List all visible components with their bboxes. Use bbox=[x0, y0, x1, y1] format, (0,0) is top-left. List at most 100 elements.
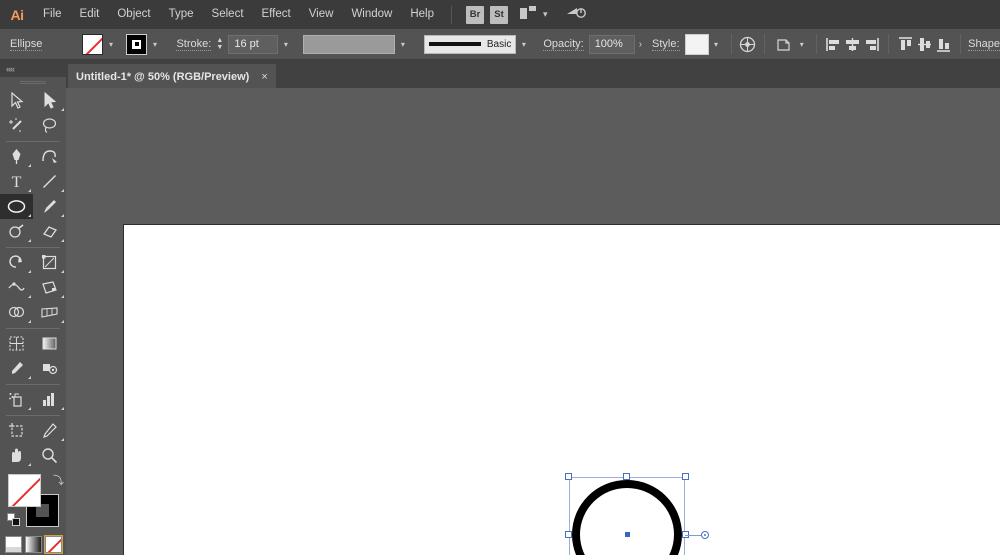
pen-tool[interactable] bbox=[0, 144, 33, 169]
transform-icon[interactable] bbox=[772, 33, 794, 55]
align-right-icon[interactable] bbox=[862, 33, 881, 55]
shape-label[interactable]: Shape bbox=[968, 38, 1000, 51]
selection-tool[interactable] bbox=[0, 88, 33, 113]
menu-bar: Ai File Edit Object Type Select Effect V… bbox=[0, 0, 1000, 29]
control-divider bbox=[730, 34, 732, 54]
transform-dropdown-arrow-icon[interactable]: ▾ bbox=[794, 34, 809, 55]
opacity-label: Opacity: bbox=[543, 37, 584, 51]
eraser-tool[interactable] bbox=[33, 219, 66, 244]
recolor-artwork-icon[interactable] bbox=[738, 33, 757, 55]
opacity-input[interactable]: 100% bbox=[588, 34, 635, 54]
stroke-color-swatch[interactable] bbox=[126, 33, 148, 55]
variable-width-profile-select[interactable] bbox=[303, 34, 396, 54]
brush-definition-value: Basic bbox=[486, 38, 512, 50]
scale-tool[interactable] bbox=[33, 250, 66, 275]
line-segment-tool[interactable] bbox=[33, 169, 66, 194]
ellipse-tool[interactable] bbox=[0, 194, 33, 219]
gradient-button[interactable] bbox=[24, 536, 42, 553]
artboard[interactable] bbox=[123, 224, 1000, 555]
brush-stroke-preview-icon bbox=[429, 42, 482, 46]
align-bottom-icon[interactable] bbox=[934, 33, 953, 55]
control-divider-2 bbox=[764, 34, 766, 54]
fill-mode-buttons bbox=[0, 535, 66, 554]
menu-item-object[interactable]: Object bbox=[108, 0, 159, 29]
workspace-layout-icon bbox=[520, 5, 537, 24]
svg-text:T: T bbox=[12, 174, 22, 190]
column-graph-tool[interactable] bbox=[33, 387, 66, 412]
resize-handle-top-left[interactable] bbox=[565, 473, 572, 480]
close-icon[interactable]: × bbox=[261, 71, 267, 83]
control-divider-3 bbox=[816, 34, 818, 54]
default-fill-stroke-button[interactable] bbox=[7, 513, 20, 526]
menu-item-file[interactable]: File bbox=[34, 0, 71, 29]
graphic-style-swatch[interactable] bbox=[684, 33, 709, 55]
resize-handle-top-right[interactable] bbox=[682, 473, 689, 480]
menu-item-edit[interactable]: Edit bbox=[71, 0, 109, 29]
menu-item-view[interactable]: View bbox=[300, 0, 343, 29]
canvas-workspace[interactable] bbox=[66, 88, 1000, 555]
swap-fill-stroke-icon[interactable]: ⤵ bbox=[53, 472, 64, 488]
stroke-weight-stepper[interactable]: ▲ ▼ bbox=[214, 34, 225, 54]
perspective-grid-tool[interactable] bbox=[33, 300, 66, 325]
free-transform-tool[interactable] bbox=[33, 275, 66, 300]
menu-item-type[interactable]: Type bbox=[160, 0, 203, 29]
menu-item-select[interactable]: Select bbox=[203, 0, 253, 29]
opacity-more-options-button[interactable]: › bbox=[635, 39, 646, 50]
rotate-tool[interactable] bbox=[0, 250, 33, 275]
width-tool[interactable] bbox=[0, 275, 33, 300]
live-shape-widget-handle[interactable] bbox=[701, 530, 709, 539]
resize-handle-top-center[interactable] bbox=[623, 473, 630, 480]
artboard-tool[interactable] bbox=[0, 418, 33, 443]
width-profile-dropdown-arrow-icon[interactable]: ▾ bbox=[395, 34, 410, 55]
magic-wand-tool[interactable] bbox=[0, 113, 33, 138]
fill-swatch[interactable] bbox=[8, 474, 41, 507]
curvature-tool[interactable] bbox=[33, 144, 66, 169]
stock-badge[interactable]: St bbox=[490, 5, 508, 24]
shape-builder-tool[interactable] bbox=[0, 300, 33, 325]
gradient-tool[interactable] bbox=[33, 331, 66, 356]
menu-item-window[interactable]: Window bbox=[342, 0, 401, 29]
blend-tool[interactable] bbox=[33, 356, 66, 381]
brush-dropdown-arrow-icon[interactable]: ▾ bbox=[516, 34, 531, 55]
document-tab-bar: Untitled-1* @ 50% (RGB/Preview) × bbox=[0, 60, 1000, 88]
stroke-dropdown-arrow-icon[interactable]: ▾ bbox=[147, 34, 162, 55]
hand-tool[interactable] bbox=[0, 443, 33, 468]
workspace-switcher[interactable]: ▾ bbox=[520, 5, 548, 24]
slice-tool[interactable] bbox=[33, 418, 66, 443]
color-button[interactable] bbox=[4, 536, 22, 553]
paintbrush-tool[interactable] bbox=[33, 194, 66, 219]
direct-selection-tool[interactable] bbox=[33, 88, 66, 113]
shaper-tool[interactable] bbox=[0, 219, 33, 244]
align-center-vertical-icon[interactable] bbox=[915, 33, 934, 55]
document-tab-title: Untitled-1* @ 50% (RGB/Preview) bbox=[76, 71, 250, 83]
lasso-tool[interactable] bbox=[33, 113, 66, 138]
align-top-icon[interactable] bbox=[896, 33, 915, 55]
fill-dropdown-arrow-icon[interactable]: ▾ bbox=[103, 34, 118, 55]
mesh-tool[interactable] bbox=[0, 331, 33, 356]
zoom-tool[interactable] bbox=[33, 443, 66, 468]
control-divider-5 bbox=[960, 34, 962, 54]
collapse-panel-button[interactable]: «« bbox=[0, 60, 66, 77]
style-dropdown-arrow-icon[interactable]: ▾ bbox=[709, 34, 724, 55]
align-center-horizontal-icon[interactable] bbox=[843, 33, 862, 55]
stroke-weight-input[interactable]: 16 pt bbox=[228, 34, 279, 54]
selected-object-bounds[interactable] bbox=[565, 473, 709, 555]
fill-color-swatch[interactable] bbox=[82, 33, 104, 55]
tools-panel: «« T ⤵ bbox=[0, 60, 66, 555]
align-left-icon[interactable] bbox=[824, 33, 843, 55]
object-type-label: Ellipse bbox=[10, 37, 43, 51]
widget-connector bbox=[685, 534, 702, 536]
menu-item-help[interactable]: Help bbox=[401, 0, 443, 29]
type-tool[interactable]: T bbox=[0, 169, 33, 194]
menu-item-effect[interactable]: Effect bbox=[253, 0, 300, 29]
cc-sync-icon[interactable] bbox=[566, 5, 586, 24]
resize-handle-middle-left[interactable] bbox=[565, 530, 572, 538]
stroke-weight-dropdown-arrow-icon[interactable]: ▾ bbox=[278, 34, 293, 55]
eyedropper-tool[interactable] bbox=[0, 356, 33, 381]
symbol-sprayer-tool[interactable] bbox=[0, 387, 33, 412]
document-tab[interactable]: Untitled-1* @ 50% (RGB/Preview) × bbox=[68, 64, 276, 88]
bridge-badge[interactable]: Br bbox=[466, 5, 484, 24]
none-button[interactable] bbox=[43, 535, 63, 554]
panel-grip[interactable] bbox=[0, 77, 66, 88]
brush-definition-select[interactable]: Basic bbox=[424, 34, 517, 54]
